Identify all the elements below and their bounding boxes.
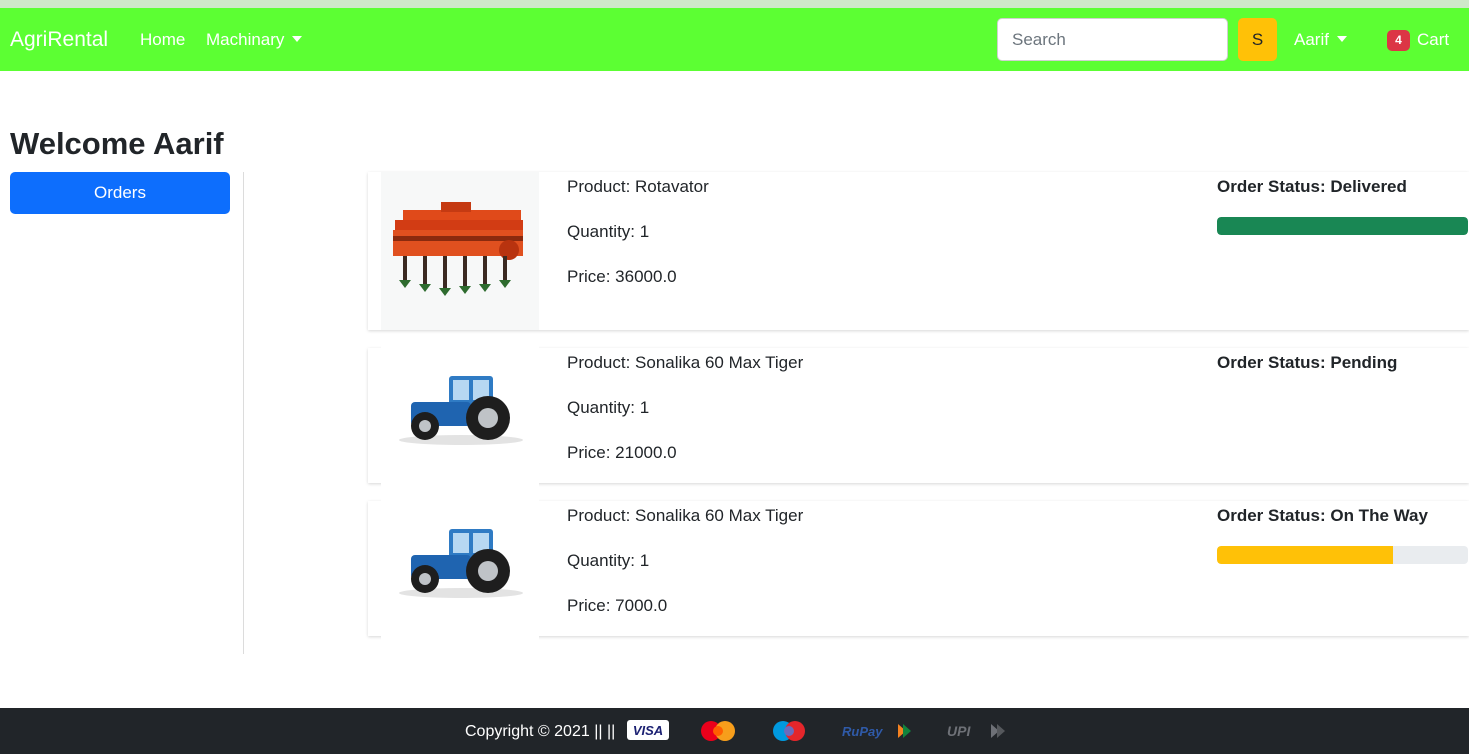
order-status: Order Status: Delivered xyxy=(1217,177,1407,196)
rotavator-machine-image xyxy=(381,172,539,330)
order-product: Product: Rotavator xyxy=(567,177,709,196)
svg-text:RuPay: RuPay xyxy=(842,724,883,739)
mastercard-logo xyxy=(701,721,735,741)
upi-logo: UPI xyxy=(947,723,1005,739)
chevron-down-icon xyxy=(1336,36,1347,42)
orders-button[interactable]: Orders xyxy=(10,172,230,214)
cart-count-badge: 4 xyxy=(1387,30,1410,51)
brand-link[interactable]: AgriRental xyxy=(10,28,108,52)
order-quantity: Quantity: 1 xyxy=(567,398,650,417)
order-quantity: Quantity: 1 xyxy=(567,551,650,570)
order-product: Product: Sonalika 60 Max Tiger xyxy=(567,353,804,372)
order-progress-bar xyxy=(1217,546,1468,564)
welcome-heading: Welcome Aarif xyxy=(10,126,224,161)
user-dropdown[interactable]: Aarif xyxy=(1294,30,1347,50)
order-product: Product: Sonalika 60 Max Tiger xyxy=(567,506,804,525)
nav-machinary-label: Machinary xyxy=(206,30,285,49)
order-status: Order Status: Pending xyxy=(1217,353,1398,372)
order-price: Price: 21000.0 xyxy=(567,443,677,462)
order-quantity: Quantity: 1 xyxy=(567,222,650,241)
navbar: AgriRental Home Machinary S Aarif 4 Cart xyxy=(0,8,1469,71)
search-button[interactable]: S xyxy=(1238,18,1277,61)
order-progress-fill xyxy=(1217,217,1468,235)
search-input[interactable] xyxy=(997,18,1228,61)
order-status: Order Status: On The Way xyxy=(1217,506,1428,525)
visa-logo: VISA xyxy=(627,720,669,740)
cart-link[interactable]: Cart xyxy=(1417,30,1449,50)
chevron-down-icon xyxy=(292,36,303,42)
copyright-text: Copyright © 2021 || || xyxy=(465,723,616,740)
footer: Copyright © 2021 || || VISA RuPay UPI xyxy=(0,708,1469,754)
sidebar-divider xyxy=(243,172,244,654)
maestro-logo xyxy=(773,721,805,741)
order-progress-bar xyxy=(1217,217,1468,235)
order-progress-fill xyxy=(1217,546,1393,564)
order-price: Price: 7000.0 xyxy=(567,596,668,615)
browser-top-strip xyxy=(0,0,1469,8)
order-card: Product: Sonalika 60 Max Tiger Quantity:… xyxy=(368,336,1469,494)
order-card: Product: Sonalika 60 Max Tiger Quantity:… xyxy=(368,489,1469,647)
svg-text:UPI: UPI xyxy=(947,723,971,739)
nav-home-link[interactable]: Home xyxy=(140,30,185,50)
svg-text:VISA: VISA xyxy=(633,723,663,738)
nav-machinary-dropdown[interactable]: Machinary xyxy=(206,30,303,50)
tractor-image xyxy=(381,489,539,647)
order-card: Product: Rotavator Quantity: 1 Price: 36… xyxy=(368,172,1469,330)
user-name-label: Aarif xyxy=(1294,30,1329,49)
order-price: Price: 36000.0 xyxy=(567,267,677,286)
tractor-image xyxy=(381,336,539,494)
rupay-logo: RuPay xyxy=(842,724,911,739)
